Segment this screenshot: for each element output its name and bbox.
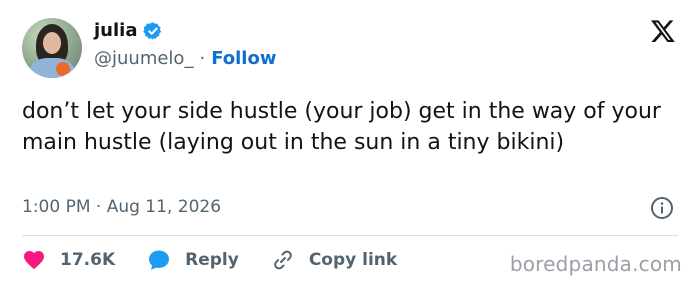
author-display-name[interactable]: julia <box>94 20 137 41</box>
author-name-row: julia <box>94 20 163 41</box>
avatar-ball <box>56 62 70 76</box>
author-handle-row: @juumelo_ · Follow <box>94 48 276 69</box>
avatar-face <box>43 32 61 54</box>
copy-link-button[interactable]: Copy link <box>271 248 397 272</box>
action-bar: 17.6K Reply Copy link <box>22 248 429 272</box>
follow-link[interactable]: Follow <box>211 48 276 69</box>
x-logo-icon[interactable] <box>650 18 676 44</box>
reply-label: Reply <box>185 250 239 270</box>
reply-button[interactable]: Reply <box>147 248 239 272</box>
info-icon[interactable] <box>650 196 674 220</box>
handle-separator: · <box>199 48 206 69</box>
like-count: 17.6K <box>60 250 116 270</box>
reply-bubble-icon <box>149 250 170 270</box>
watermark: boredpanda.com <box>509 252 682 276</box>
verified-badge-icon <box>143 21 162 40</box>
copy-link-label: Copy link <box>308 250 398 270</box>
tweet-text: don’t let your side hustle (your job) ge… <box>22 99 661 155</box>
author-handle[interactable]: @juumelo_ <box>94 48 193 69</box>
tweet-timestamp[interactable]: 1:00 PM · Aug 11, 2026 <box>22 197 221 217</box>
divider <box>22 235 678 236</box>
avatar[interactable] <box>22 18 82 78</box>
link-icon <box>274 250 292 270</box>
like-button[interactable]: 17.6K <box>22 248 115 272</box>
heart-icon <box>24 251 44 270</box>
